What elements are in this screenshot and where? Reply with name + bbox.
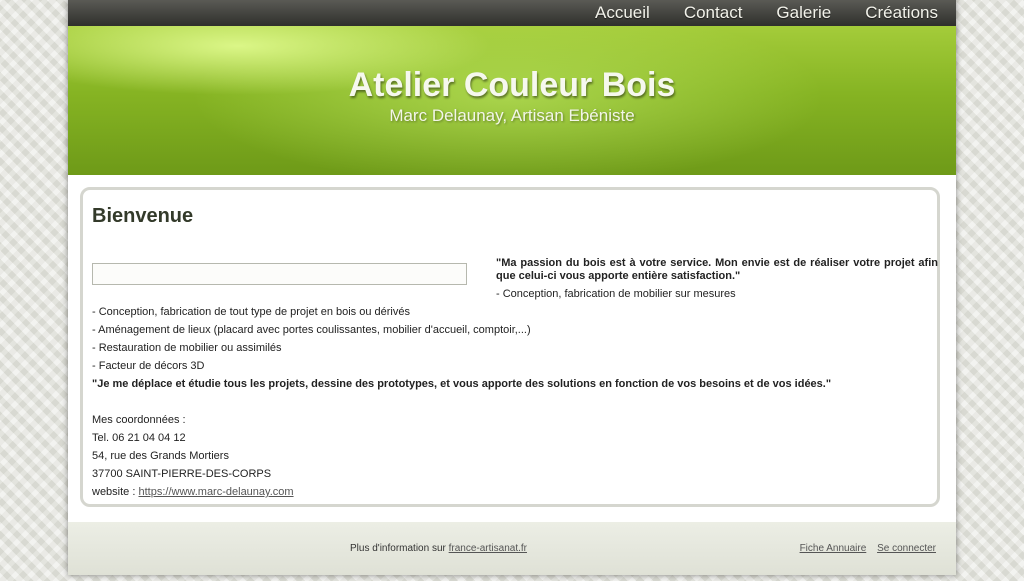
contact-heading: Mes coordonnées : xyxy=(92,414,186,426)
website-link[interactable]: https://www.marc-delaunay.com xyxy=(138,486,293,498)
nav-item-contact[interactable]: Contact xyxy=(684,0,743,26)
intro-quote: "Ma passion du bois est à votre service.… xyxy=(496,257,938,282)
site-title: Atelier Couleur Bois xyxy=(348,66,676,104)
site-footer: Plus d'information sur france-artisanat.… xyxy=(68,522,956,575)
service-item: - Conception, fabrication de tout type d… xyxy=(92,306,410,318)
page-container: Accueil Contact Galerie Créations Atelie… xyxy=(68,0,956,575)
service-item: - Aménagement de lieux (placard avec por… xyxy=(92,324,531,336)
top-navigation-bar: Accueil Contact Galerie Créations xyxy=(68,0,956,26)
nav-item-accueil[interactable]: Accueil xyxy=(595,0,650,26)
closing-quote: "Je me déplace et étudie tous les projet… xyxy=(92,378,832,390)
fiche-annuaire-link[interactable]: Fiche Annuaire xyxy=(800,543,867,554)
service-item: - Restauration de mobilier ou assimilés xyxy=(92,342,282,354)
footer-info-link[interactable]: france-artisanat.fr xyxy=(449,543,527,554)
content-panel: Bienvenue "Ma passion du bois est à votr… xyxy=(80,187,940,507)
nav-item-galerie[interactable]: Galerie xyxy=(776,0,831,26)
page-title: Bienvenue xyxy=(92,205,194,227)
media-placeholder xyxy=(92,263,467,285)
footer-info: Plus d'information sur france-artisanat.… xyxy=(350,543,527,554)
footer-links: Fiche Annuaire Se connecter xyxy=(792,543,936,554)
contact-city: 37700 SAINT-PIERRE-DES-CORPS xyxy=(92,468,272,480)
main-nav: Accueil Contact Galerie Créations xyxy=(561,0,938,26)
se-connecter-link[interactable]: Se connecter xyxy=(877,543,936,554)
contact-phone: Tel. 06 21 04 04 12 xyxy=(92,432,186,444)
service-item: - Facteur de décors 3D xyxy=(92,360,205,372)
contact-website: website : https://www.marc-delaunay.com xyxy=(92,486,294,498)
nav-item-creations[interactable]: Créations xyxy=(865,0,938,26)
website-label: website : xyxy=(92,486,136,498)
site-header-banner: Atelier Couleur Bois Marc Delaunay, Arti… xyxy=(68,26,956,175)
service-item: - Conception, fabrication de mobilier su… xyxy=(496,288,736,300)
footer-info-text: Plus d'information sur xyxy=(350,543,446,554)
site-subtitle: Marc Delaunay, Artisan Ebéniste xyxy=(389,106,635,125)
contact-street: 54, rue des Grands Mortiers xyxy=(92,450,229,462)
